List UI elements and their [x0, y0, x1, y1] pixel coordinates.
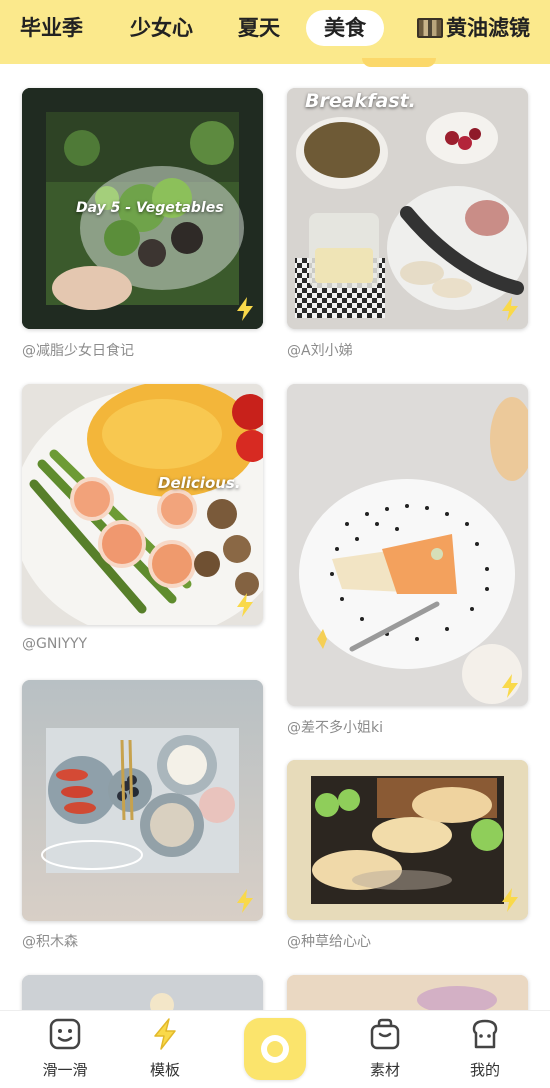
lightning-icon — [502, 888, 518, 912]
tab-girly[interactable]: 少女心 — [130, 10, 193, 46]
lightning-icon — [237, 889, 253, 913]
post-card-vegetables[interactable]: Day 5 - Vegetables — [22, 88, 263, 329]
tab-food[interactable]: 美食 — [306, 10, 384, 46]
lightning-icon — [502, 297, 518, 321]
post-image-delicious — [22, 384, 263, 625]
tab-butter-filter[interactable]: 黄油滤镜 — [417, 10, 530, 46]
post-card-plates[interactable] — [22, 680, 263, 921]
tab-summer[interactable]: 夏天 — [238, 10, 280, 46]
lightning-icon — [502, 674, 518, 698]
post-image-pastries — [287, 760, 528, 920]
film-strip-icon — [417, 18, 443, 38]
tab-graduation[interactable]: 毕业季 — [20, 10, 83, 46]
camera-button[interactable] — [244, 1018, 306, 1080]
active-tab-indicator — [362, 58, 436, 67]
smile-face-icon — [49, 1018, 81, 1050]
nav-swipe[interactable]: 滑一滑 — [25, 1017, 105, 1080]
nav-templates-label: 模板 — [149, 1061, 180, 1079]
nav-swipe-label: 滑一滑 — [42, 1061, 88, 1079]
lightning-icon — [237, 593, 253, 617]
post-author[interactable]: @减脂少女日食记 — [22, 340, 134, 360]
post-card-cake[interactable] — [287, 384, 528, 706]
toast-icon — [472, 1019, 498, 1049]
post-card-pastries[interactable] — [287, 760, 528, 920]
post-author[interactable]: @积木森 — [22, 931, 78, 951]
post-image-caption: Day 5 - Vegetables — [76, 200, 224, 216]
lightning-icon — [154, 1018, 176, 1050]
post-image-caption: Delicious. — [158, 474, 241, 492]
nav-profile-label: 我的 — [469, 1061, 500, 1079]
nav-profile[interactable]: 我的 — [445, 1017, 525, 1080]
bottom-nav: 滑一滑 模板 素材 我的 — [0, 1010, 550, 1088]
post-image-caption: Breakfast. — [305, 90, 416, 112]
post-image-breakfast — [287, 88, 528, 329]
tab-butter-filter-label: 黄油滤镜 — [446, 16, 530, 40]
post-author[interactable]: @A刘小娣 — [287, 340, 353, 360]
lightning-icon — [237, 297, 253, 321]
nav-materials-label: 素材 — [369, 1061, 400, 1079]
post-image-plates — [22, 680, 263, 921]
post-author[interactable]: @差不多小姐ki — [287, 717, 383, 737]
post-author[interactable]: @种草给心心 — [287, 931, 371, 951]
nav-materials[interactable]: 素材 — [345, 1017, 425, 1080]
bag-icon — [370, 1018, 400, 1050]
post-card-delicious[interactable]: Delicious. — [22, 384, 263, 625]
category-tab-bar: 毕业季 少女心 夏天 美食 黄油滤镜 — [0, 0, 550, 64]
nav-templates[interactable]: 模板 — [125, 1017, 205, 1080]
post-image-cake — [287, 384, 528, 706]
camera-icon — [261, 1035, 289, 1063]
post-card-breakfast[interactable]: Breakfast. — [287, 88, 528, 329]
post-author[interactable]: @GNIYYY — [22, 636, 87, 652]
